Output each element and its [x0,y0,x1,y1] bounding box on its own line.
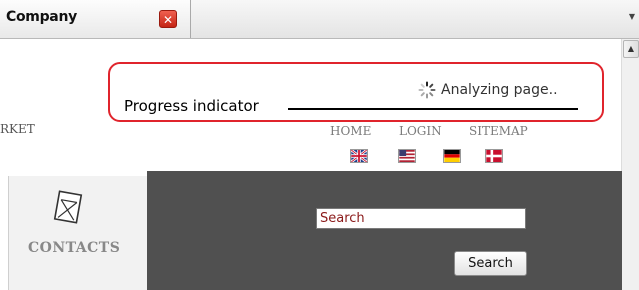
scroll-up-button[interactable]: ▲ [623,40,639,58]
header-left-text: RKET [0,122,35,136]
spinner-icon [418,81,436,99]
de-flag-icon[interactable] [443,149,461,163]
tab-company[interactable]: Company ✕ [0,0,191,38]
contacts-label[interactable]: CONTACTS [28,240,120,256]
dk-flag-icon[interactable] [485,149,503,163]
nav-home-link[interactable]: HOME [330,124,371,138]
tab-strip: Company ✕ ▼ [0,0,639,39]
close-icon: ✕ [162,13,174,27]
callout-pointer-line [288,108,578,110]
vertical-scrollbar[interactable]: ▲ [621,39,639,290]
nav-sitemap-link[interactable]: SITEMAP [469,124,528,138]
callout-label: Progress indicator [124,97,259,115]
contacts-icon[interactable] [52,189,86,227]
search-input[interactable] [316,208,526,229]
close-tab-button[interactable]: ✕ [159,10,177,28]
search-button[interactable]: Search [454,251,527,276]
nav-login-link[interactable]: LOGIN [399,124,442,138]
tab-list-dropdown-icon[interactable]: ▼ [627,10,637,24]
search-panel [147,171,622,290]
tab-title: Company [6,9,77,25]
progress-indicator-callout: Progress indicator Analyzing page.. [108,62,604,122]
status-text: Analyzing page.. [441,82,558,98]
us-flag-icon[interactable] [398,149,416,163]
uk-flag-icon[interactable] [350,149,368,163]
